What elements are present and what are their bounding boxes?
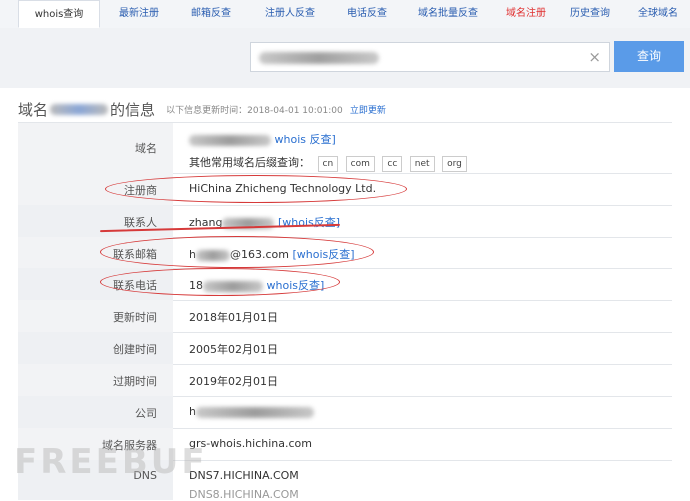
page-title-prefix: 域名 — [18, 101, 49, 119]
suffix-net[interactable]: net — [409, 156, 435, 172]
tab-global-domain[interactable]: 全球域名 — [626, 0, 690, 28]
suffix-prompt: 其他常用域名后缀查询： — [189, 156, 310, 169]
tab-whois-query[interactable]: whois查询 — [18, 0, 100, 28]
dns-value-2: DNS8.HICHINA.COM — [189, 488, 299, 501]
tab-bar: whois查询 最新注册 邮箱反查 注册人反查 电话反查 域名批量反查 域名注册… — [0, 0, 690, 29]
tab-registrant-reverse[interactable]: 注册人反查 — [254, 0, 326, 28]
suffix-org[interactable]: org — [442, 156, 467, 172]
label-company: 公司 — [135, 407, 157, 420]
row-domain: 域名 whois 反查] 其他常用域名后缀查询： cn com cc net o… — [18, 123, 672, 174]
label-expires: 过期时间 — [113, 375, 157, 388]
domain-search-input[interactable]: × — [250, 42, 610, 72]
page-title-suffix: 的信息 — [110, 101, 156, 119]
row-registrar: 注册商 HiChina Zhicheng Technology Ltd. — [18, 173, 672, 206]
tab-history-query[interactable]: 历史查询 — [562, 0, 618, 28]
row-company: 公司 h — [18, 396, 672, 429]
label-contact: 联系人 — [124, 216, 157, 229]
row-updated: 更新时间 2018年01月01日 — [18, 300, 672, 333]
label-email: 联系邮箱 — [113, 248, 157, 261]
email-whois-link[interactable]: [whois反查] — [292, 248, 354, 261]
company-value-prefix: h — [189, 405, 196, 418]
label-created: 创建时间 — [113, 343, 157, 356]
suffix-cn[interactable]: cn — [317, 156, 339, 172]
redacted-domain-value — [189, 134, 271, 146]
tab-domain-register[interactable]: 域名注册 — [498, 0, 554, 28]
phone-value-prefix: 18 — [189, 279, 203, 292]
domain-whois-link[interactable]: whois 反查] — [275, 133, 336, 146]
redacted-company — [195, 406, 314, 418]
updated-value: 2018年01月01日 — [189, 311, 278, 324]
email-value-prefix: h — [189, 248, 196, 261]
registrar-value: HiChina Zhicheng Technology Ltd. — [189, 182, 377, 195]
row-contact: 联系人 zhang [whois反查] — [18, 205, 672, 238]
label-phone: 联系电话 — [113, 279, 157, 292]
search-button[interactable]: 查询 — [614, 41, 684, 72]
update-time-note: 以下信息更新时间：2018-04-01 10:01:00 — [166, 106, 343, 116]
label-domain: 域名 — [135, 142, 157, 155]
redacted-phone — [203, 280, 263, 292]
redacted-domain — [50, 104, 109, 115]
clear-icon[interactable]: × — [588, 48, 601, 66]
page-title-row: 域名 的信息 以下信息更新时间：2018-04-01 10:01:00 立即更新 — [18, 99, 386, 119]
email-value-suffix: @163.com — [229, 248, 289, 261]
row-email: 联系邮箱 h @163.com [whois反查] — [18, 237, 672, 269]
created-value: 2005年02月01日 — [189, 343, 278, 356]
whois-info-table: 域名 whois 反查] 其他常用域名后缀查询： cn com cc net o… — [18, 122, 672, 501]
row-phone: 联系电话 18 whois反查] — [18, 268, 672, 301]
redacted-email — [195, 249, 230, 261]
tab-email-reverse[interactable]: 邮箱反查 — [180, 0, 242, 28]
label-registrar: 注册商 — [124, 184, 157, 197]
freebuf-watermark: FREEBUF — [14, 442, 208, 482]
row-expires: 过期时间 2019年02月01日 — [18, 364, 672, 397]
tab-latest-registered[interactable]: 最新注册 — [108, 0, 170, 28]
search-area: × 查询 — [0, 28, 690, 88]
phone-whois-link[interactable]: whois反查] — [267, 279, 325, 292]
update-now-link[interactable]: 立即更新 — [350, 103, 386, 116]
tab-batch-reverse[interactable]: 域名批量反查 — [406, 0, 490, 28]
suffix-com[interactable]: com — [345, 156, 375, 172]
redacted-query — [259, 52, 379, 64]
row-created: 创建时间 2005年02月01日 — [18, 332, 672, 365]
label-updated: 更新时间 — [113, 311, 157, 324]
tab-phone-reverse[interactable]: 电话反查 — [336, 0, 398, 28]
expires-value: 2019年02月01日 — [189, 375, 278, 388]
suffix-cc[interactable]: cc — [382, 156, 403, 172]
